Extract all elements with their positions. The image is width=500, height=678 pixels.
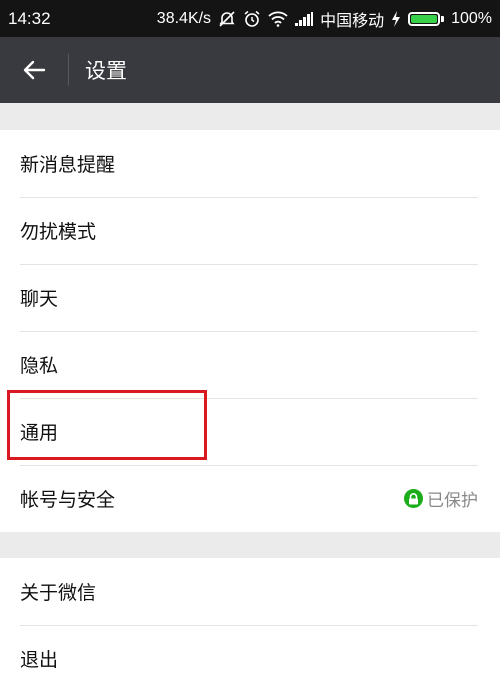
battery-fill [411, 14, 438, 23]
settings-item-label: 聊天 [20, 288, 59, 310]
settings-item-do-not-disturb[interactable]: 勿扰模式 [0, 197, 500, 264]
mute-icon [218, 10, 236, 28]
title-divider [68, 54, 69, 86]
settings-item-label: 通用 [20, 422, 59, 444]
settings-item-account-security[interactable]: 帐号与安全 已保护 [0, 465, 500, 532]
settings-item-new-message-alert[interactable]: 新消息提醒 [0, 130, 500, 197]
back-arrow-icon [23, 60, 46, 80]
settings-group-secondary: 关于微信 退出 [0, 558, 500, 678]
settings-item-label: 隐私 [20, 355, 59, 377]
settings-item-privacy[interactable]: 隐私 [0, 331, 500, 398]
title-bar: 设置 [0, 37, 500, 103]
protection-status-text: 已保护 [427, 491, 478, 511]
battery-icon [408, 11, 445, 26]
settings-item-label: 关于微信 [20, 582, 97, 604]
settings-group-main: 新消息提醒 勿扰模式 聊天 隐私 通用 帐号与安全 已保护 [0, 130, 500, 532]
wifi-icon [268, 11, 288, 27]
settings-item-chat[interactable]: 聊天 [0, 264, 500, 331]
status-time: 14:32 [8, 8, 51, 28]
settings-item-label: 退出 [20, 649, 59, 671]
page-title: 设置 [85, 59, 127, 83]
battery-percent: 100% [451, 9, 492, 27]
status-right-cluster: 38.4K/s 中国移动 100% [157, 7, 492, 31]
settings-item-label: 帐号与安全 [20, 489, 116, 511]
settings-item-label: 勿扰模式 [20, 221, 97, 243]
settings-item-logout[interactable]: 退出 [0, 625, 500, 678]
settings-item-general[interactable]: 通用 [0, 398, 500, 465]
settings-item-about-wechat[interactable]: 关于微信 [0, 558, 500, 625]
protection-status: 已保护 [404, 486, 478, 511]
network-speed: 38.4K/s [156, 9, 212, 27]
status-bar: 14:32 38.4K/s 中国移动 100% [0, 0, 500, 37]
alarm-icon [243, 10, 261, 28]
settings-item-label: 新消息提醒 [20, 154, 116, 176]
signal-icon [295, 11, 314, 26]
back-button[interactable] [0, 37, 68, 103]
carrier-name: 中国移动 [320, 12, 385, 30]
lock-icon [404, 489, 423, 508]
charging-icon [391, 10, 401, 27]
